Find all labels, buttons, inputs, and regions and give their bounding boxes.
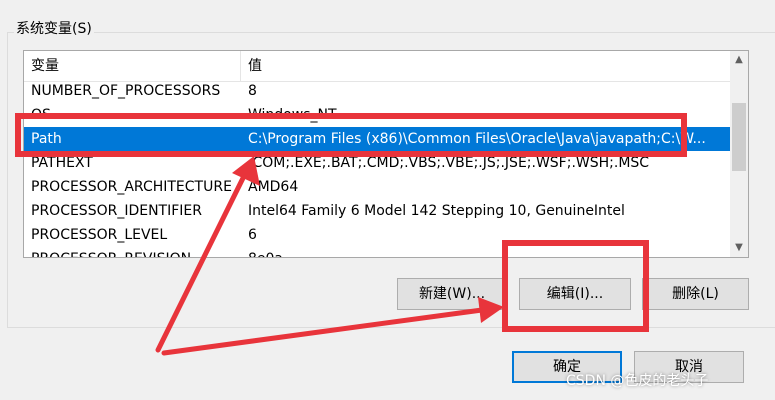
vertical-scrollbar[interactable]: ▲ ▼ <box>730 51 748 257</box>
variable-name: PROCESSOR_LEVEL <box>31 227 168 243</box>
list-header: 变量 值 <box>24 51 730 82</box>
scrollbar-thumb[interactable] <box>732 103 746 171</box>
variable-name: PROCESSOR_REVISION <box>31 247 245 257</box>
column-header-value[interactable]: 值 <box>241 51 730 81</box>
annotation-box-path-row <box>15 113 687 157</box>
variable-value: Intel64 Family 6 Model 142 Stepping 10, … <box>248 203 625 219</box>
table-row[interactable]: PROCESSOR_IDENTIFIER Intel64 Family 6 Mod… <box>24 199 730 223</box>
variable-name: NUMBER_OF_PROCESSORS <box>31 83 221 99</box>
scroll-down-arrow-icon[interactable]: ▼ <box>730 239 748 257</box>
table-row[interactable]: NUMBER_OF_PROCESSORS 8 <box>24 79 730 103</box>
new-button[interactable]: 新建(W)... <box>397 278 507 310</box>
table-row[interactable]: PROCESSOR_ARCHITECTURE AMD64 <box>24 175 730 199</box>
watermark: CSDN @色皮的老头子 <box>566 373 709 389</box>
delete-button[interactable]: 删除(L) <box>642 278 749 310</box>
scroll-up-arrow-icon[interactable]: ▲ <box>730 51 748 69</box>
column-header-variable[interactable]: 变量 <box>24 51 241 81</box>
variable-value: 8e0a <box>248 247 728 257</box>
list-rows: NUMBER_OF_PROCESSORS 8 OS Windows_NT Path C:\… <box>24 79 730 257</box>
variable-value: 6 <box>248 227 257 243</box>
variable-value: 8 <box>248 83 257 99</box>
system-variables-label: 系统变量(S) <box>14 20 94 38</box>
annotation-box-edit-button <box>502 240 649 332</box>
variable-name: PROCESSOR_ARCHITECTURE <box>31 179 232 195</box>
variable-name: PROCESSOR_IDENTIFIER <box>31 203 202 219</box>
variable-value: AMD64 <box>248 179 299 195</box>
